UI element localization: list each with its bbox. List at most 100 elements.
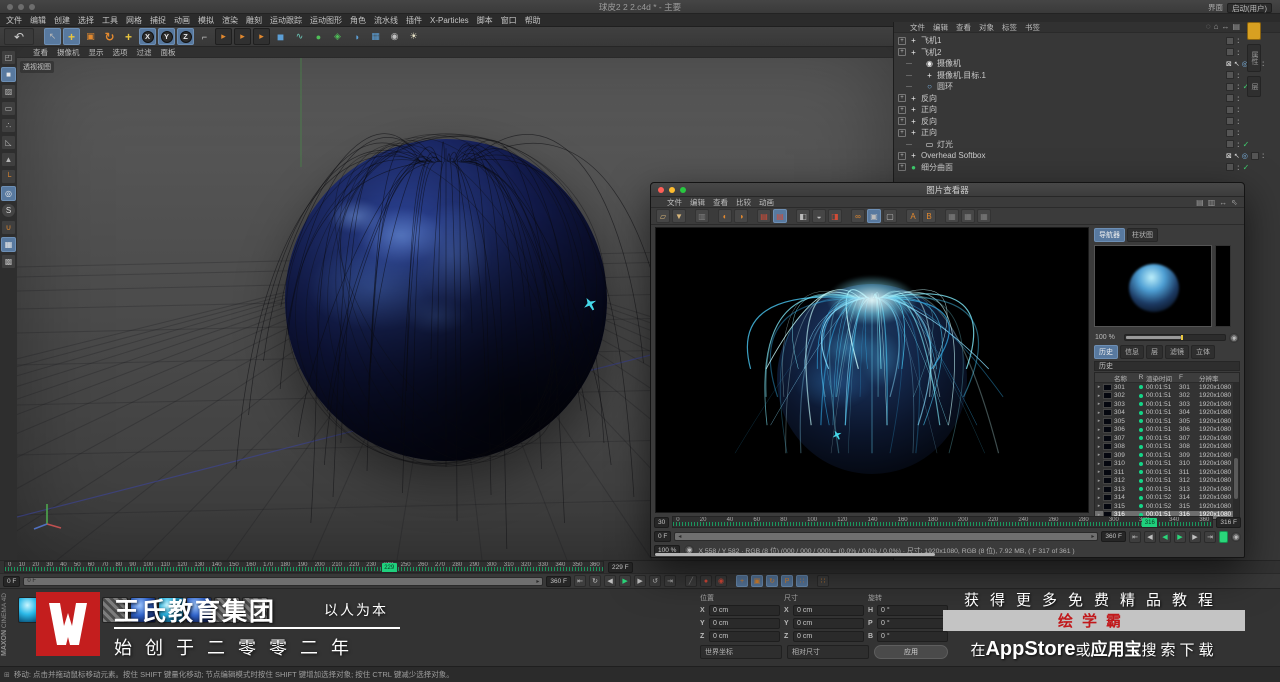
viewport-view-label[interactable]: 透视视图 [20, 61, 54, 73]
expand-icon[interactable]: + [898, 128, 906, 137]
history-scrollbar[interactable] [1233, 383, 1239, 519]
timeline-range-slider[interactable]: 0 F ▸ [23, 576, 544, 586]
row-expand-icon[interactable]: ▸ [1095, 401, 1103, 407]
range-end-field[interactable]: 360 F [546, 575, 572, 587]
object-name[interactable]: Overhead Softbox [921, 151, 985, 160]
om-search-icon[interactable]: ◌ [1206, 22, 1211, 31]
texture-mode-icon[interactable]: ▨ [1, 84, 16, 99]
live-selection-icon[interactable]: ↖ [44, 28, 61, 45]
rotate-tool-icon[interactable]: ↻ [101, 28, 118, 45]
object-name[interactable]: 飞机1 [921, 35, 941, 46]
viewport-menu-item[interactable]: 摄像机 [57, 47, 80, 58]
visibility-dots[interactable]: : [1262, 59, 1265, 68]
record-parameter-icon[interactable]: P [781, 575, 794, 587]
row-expand-icon[interactable]: ▸ [1095, 461, 1103, 467]
move-tool-icon[interactable]: + [63, 28, 80, 45]
pv-expand-icon[interactable]: ⇖ [1231, 198, 1238, 207]
coordinate-space-dropdown[interactable]: 世界坐标 [700, 645, 782, 659]
menu-item[interactable]: 插件 [406, 15, 422, 26]
coordinate-field[interactable]: 0 cm [709, 630, 780, 642]
x-axis-lock-icon[interactable]: X [139, 28, 156, 45]
object-name[interactable]: 反向 [921, 93, 937, 104]
ab-off-icon[interactable]: ◨ [828, 209, 842, 223]
pv-menu-item[interactable]: 比较 [736, 197, 751, 208]
mograph-icon[interactable]: ◈ [329, 28, 346, 45]
coordinate-field[interactable]: 0 cm [793, 630, 864, 642]
picture-viewer-window[interactable]: 图片查看器 文件 编辑 查看 比较 动画 ▤ ▥ ↔ ⇖ ▱ ▼ ▥ ◐ ◑ ▤ ▤ ◧ ◒ … [650, 182, 1245, 558]
timeline-ruler[interactable]: 0 10 20 30 40 50 60 70 80 90 100 110 120 130 140 150 160… [4, 561, 604, 573]
expand-icon[interactable]: + [898, 117, 906, 126]
menu-item[interactable]: 模拟 [198, 15, 214, 26]
pv-menu-item[interactable]: 动画 [759, 197, 774, 208]
keyframe-presets-icon[interactable]: ∷ [817, 575, 830, 587]
row-expand-icon[interactable]: ▸ [1095, 452, 1103, 458]
render-picture-viewer-icon[interactable]: ▸ [234, 28, 251, 45]
layers-icon[interactable]: ▤ [757, 209, 771, 223]
history-row[interactable]: ▸ 307 00:01:51 307 1920x1080 [1095, 434, 1239, 443]
pv-goto-end-icon[interactable]: ⇥ [1204, 530, 1216, 543]
layer-chip[interactable] [1226, 117, 1234, 126]
history-row[interactable]: ▸ 302 00:01:51 302 1920x1080 [1095, 392, 1239, 401]
edges-mode-icon[interactable]: ◺ [1, 135, 16, 150]
coordinate-field[interactable]: 0 ° [877, 617, 948, 629]
visibility-dots[interactable]: : [1237, 36, 1240, 45]
history-row[interactable]: ▸ 310 00:01:51 310 1920x1080 [1095, 460, 1239, 469]
quantize-icon[interactable]: ▩ [1, 254, 16, 269]
grid-quad-icon[interactable]: ▦ [977, 209, 991, 223]
om-home-icon[interactable]: ⌂ [1214, 22, 1219, 31]
layer-chip[interactable] [1226, 36, 1234, 45]
enabled-check-icon[interactable]: ✓ [1243, 163, 1250, 172]
object-name[interactable]: 反向 [921, 116, 937, 127]
panel-tab[interactable]: 滤镜 [1165, 345, 1189, 359]
object-manager-menu-item[interactable]: 文件 [910, 22, 925, 33]
history-row[interactable]: ▸ 311 00:01:51 311 1920x1080 [1095, 468, 1239, 477]
object-name[interactable]: 圆环 [937, 81, 953, 92]
row-expand-icon[interactable]: ▸ [1095, 410, 1103, 416]
pv-dock-icon[interactable]: ▤ [1196, 198, 1204, 207]
navigator-zoom-slider[interactable] [1124, 334, 1226, 341]
panel-tab[interactable]: 信息 [1120, 345, 1144, 359]
menu-item[interactable]: 脚本 [477, 15, 493, 26]
pv-range-slider[interactable]: ◂ ▸ [674, 532, 1099, 541]
goto-start-icon[interactable]: ⇤ [574, 575, 587, 587]
coordinate-system-icon[interactable]: ⌐ [196, 28, 213, 45]
layer-chip[interactable] [1226, 82, 1234, 91]
ab-vertical-icon[interactable]: ◒ [812, 209, 826, 223]
pv-current-frame-field[interactable]: 316 F [1216, 516, 1241, 528]
expand-icon[interactable]: + [898, 94, 906, 103]
expand-icon[interactable]: + [898, 36, 906, 45]
record-rotation-icon[interactable]: ↻ [766, 575, 779, 587]
menu-item[interactable]: 创建 [54, 15, 70, 26]
object-row[interactable]: + + 正向 ⊠↖◎ : ✓ [898, 127, 1280, 139]
coordinate-field[interactable]: 0 ° [877, 630, 948, 642]
object-row[interactable]: + ◉ 摄像机 ⊠↖◎ : ✓ [898, 58, 1280, 70]
viewport-menu-item[interactable]: 面板 [161, 47, 176, 58]
row-expand-icon[interactable]: ▸ [1095, 503, 1103, 509]
dock-vertical-tab[interactable]: 层 [1247, 76, 1261, 97]
object-row[interactable]: + + 飞机1 ⊠↖◎ : ✓ [898, 35, 1280, 47]
link-b-icon[interactable]: B [922, 209, 936, 223]
record-scale-icon[interactable]: ▣ [751, 575, 764, 587]
expand-icon[interactable]: + [898, 163, 906, 172]
navigator-tab[interactable]: 柱状图 [1127, 228, 1158, 242]
om-path-icon[interactable]: ↔ [1221, 22, 1229, 31]
row-expand-icon[interactable]: ▸ [1095, 427, 1103, 433]
layer-chip[interactable] [1226, 163, 1234, 172]
coordinate-field[interactable]: 0 cm [709, 604, 780, 616]
spline-pen-icon[interactable]: ∿ [291, 28, 308, 45]
grid-double-icon[interactable]: ▦ [961, 209, 975, 223]
visibility-dots[interactable]: : [1237, 48, 1240, 57]
histogram-icon[interactable]: ▥ [695, 209, 709, 223]
grid-single-icon[interactable]: ▦ [945, 209, 959, 223]
pv-menu-item[interactable]: 编辑 [690, 197, 705, 208]
pv-layout-icon[interactable]: ▥ [1208, 198, 1216, 207]
coordinate-field[interactable]: 0 cm [793, 604, 864, 616]
object-tag-icons[interactable]: ⊠ ↖ ◎ [1226, 152, 1248, 160]
object-name[interactable]: 正向 [921, 127, 937, 138]
record-position-icon[interactable]: + [736, 575, 749, 587]
object-manager-menu-item[interactable]: 书签 [1025, 22, 1040, 33]
light-icon[interactable]: ☀ [405, 28, 422, 45]
menu-item[interactable]: X-Particles [430, 16, 469, 25]
visibility-dots[interactable]: : [1237, 117, 1240, 126]
pv-next-frame-icon[interactable]: ▶ [1189, 530, 1201, 543]
